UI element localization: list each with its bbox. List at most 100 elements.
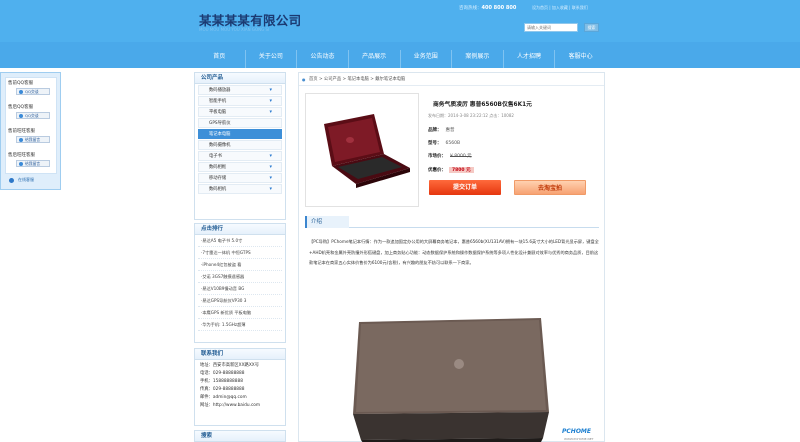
category-item[interactable]: 移动存储 ▾: [198, 173, 282, 183]
contact-line: 地址：西安市高新区XX路XX号: [200, 363, 260, 368]
ranking-list: ·昂达A5 电子书 5.0寸 ·7寸雷达一体机 中恒GTPS ·iPhone4红包被…: [195, 236, 285, 331]
category-label: GPS导航仪: [209, 121, 231, 126]
category-item[interactable]: 智能手机 ▾: [198, 96, 282, 106]
service-chat-button[interactable]: 给我留言: [16, 136, 50, 143]
ranking-item[interactable]: ·华为手机: 1.5GHz超薄: [198, 320, 282, 331]
category-item[interactable]: GPS导航仪: [198, 118, 282, 128]
product-category-list: 数码播放器 ▾ 智能手机 ▾ 平板电脑 ▾ GPS导航仪 笔记本电脑 数码摄像机 电子书 ▾ 数码相框…: [195, 85, 285, 194]
service-label: 售后旺旺客服: [8, 153, 35, 158]
chevron-down-icon: ▾: [269, 153, 272, 159]
model-field: 型号： 6560B: [428, 140, 460, 146]
nav-item[interactable]: 关于公司: [246, 42, 297, 68]
bottom-box-title: 搜索: [195, 431, 285, 442]
service-chat-button[interactable]: QQ交谈: [16, 88, 50, 95]
category-label: 电子书: [209, 154, 222, 159]
intro-tab-bar: 介绍: [305, 216, 599, 228]
online-service-footer[interactable]: 在线客服: [9, 177, 34, 183]
brand-label: 品牌：: [428, 128, 442, 133]
ranking-item[interactable]: ·昂达A5 电子书 5.0寸: [198, 236, 282, 247]
market-price-label: 市场价：: [428, 154, 446, 159]
ranking-item[interactable]: ·iPhone4红包被盗 看: [198, 260, 282, 271]
market-price-field: 市场价： ¥ 8000 元: [428, 153, 472, 159]
category-label: 数码相机: [209, 187, 227, 192]
nav-item[interactable]: 案例展示: [452, 42, 503, 68]
ranking-box: 点击排行 ·昂达A5 电子书 5.0寸 ·7寸雷达一体机 中恒GTPS ·iPhon…: [194, 223, 286, 343]
category-item[interactable]: 数码播放器 ▾: [198, 85, 282, 95]
submit-order-button[interactable]: 提交订单: [429, 180, 501, 195]
pchome-watermark-sub: WWW.PCHOME.NET: [564, 437, 594, 441]
company-logo-subtitle: MOU MOU MOU YOU XIAN GONG SI: [199, 27, 270, 32]
service-chat-button[interactable]: 给我留言: [16, 160, 50, 167]
contact-line: 手机：15888888888: [200, 379, 243, 384]
sale-price-label: 优惠价：: [428, 168, 446, 173]
laptop-red-image: [324, 114, 410, 188]
main-nav-items: 首页 关于公司 公告动态 产品展示 业务范围 案例展示 人才招聘 客服中心: [194, 42, 606, 68]
nav-item[interactable]: 首页: [194, 42, 245, 68]
service-label: 售前旺旺客服: [8, 129, 35, 134]
market-price-value: ¥ 8000 元: [450, 154, 472, 159]
ranking-item[interactable]: ·艾诺 3GS7触摸遥感器: [198, 272, 282, 283]
nav-item[interactable]: 业务范围: [401, 42, 452, 68]
service-label: 售后QQ客服: [8, 105, 34, 110]
category-label: 数码相框: [209, 165, 227, 170]
chevron-down-icon: ▾: [269, 98, 272, 104]
hotline: 咨询热线：400 800 800: [459, 5, 516, 11]
laptop-gray-image: [353, 318, 549, 442]
product-meta: 发布日期：2014-3-08 23:22:12 点击：10082: [428, 113, 514, 118]
chevron-down-icon: ▾: [269, 87, 272, 93]
sale-price-value: 7800 元: [449, 167, 474, 173]
model-label: 型号：: [428, 141, 442, 146]
sale-price-field: 优惠价： 7800 元: [428, 167, 474, 173]
category-label: 数码播放器: [209, 88, 231, 93]
search-button[interactable]: 搜索: [584, 23, 599, 32]
contact-list: 地址：西安市高新区XX路XX号 电话：029-88888888 手机：1588888…: [195, 360, 285, 410]
taobao-buy-button[interactable]: 去淘宝拍: [514, 180, 586, 195]
site-header: 某某某某有限公司 MOU MOU MOU YOU XIAN GONG SI 咨询…: [0, 0, 800, 42]
category-item[interactable]: 笔记本电脑: [198, 129, 282, 139]
product-detail: 首页 > 公司产品 > 笔记本电脑 > 戴尔笔记本电脑 商务气质凌厉 惠普656…: [298, 72, 605, 442]
main-nav: 首页 关于公司 公告动态 产品展示 业务范围 案例展示 人才招聘 客服中心: [0, 42, 800, 68]
breadcrumb[interactable]: 首页 > 公司产品 > 笔记本电脑 > 戴尔笔记本电脑: [299, 73, 604, 86]
product-category-box: 公司产品 数码播放器 ▾ 智能手机 ▾ 平板电脑 ▾ GPS导航仪 笔记本电脑数码摄像机电子书…: [194, 72, 286, 220]
contact-title: 联系我们: [195, 349, 285, 360]
service-label: 售前QQ客服: [8, 81, 34, 86]
ranking-item[interactable]: ·7寸雷达一体机 中恒GTPS: [198, 248, 282, 259]
service-chat-button[interactable]: QQ交谈: [16, 112, 50, 119]
contact-line: 网址：http://www.baidu.com: [200, 403, 261, 408]
brand-value: 惠普: [445, 128, 455, 133]
category-label: 数码摄像机: [209, 143, 231, 148]
contact-box: 联系我们 地址：西安市高新区XX路XX号 电话：029-88888888 手机：15…: [194, 348, 286, 426]
product-title: 商务气质凌厉 惠普6560B仅售6K1元: [433, 102, 532, 108]
category-item[interactable]: 平板电脑 ▾: [198, 107, 282, 117]
nav-item[interactable]: 人才招聘: [504, 42, 555, 68]
product-image[interactable]: [305, 93, 419, 207]
category-item[interactable]: 数码相框 ▾: [198, 162, 282, 172]
top-links[interactable]: 设为首页 | 加入收藏 | 联系我们: [532, 5, 588, 11]
pchome-watermark: PCHOME: [562, 428, 591, 435]
ranking-title: 点击排行: [195, 224, 285, 235]
search-input[interactable]: [524, 23, 578, 32]
nav-item[interactable]: 客服中心: [555, 42, 606, 68]
category-label: 移动存储: [209, 176, 227, 181]
intro-text: 【PC导购】PChome笔记本行情：作为一款追加固定办公用的大屏幕商务笔记本，惠…: [309, 239, 599, 265]
online-service-list: 售前QQ客服 QQ交谈 售后QQ客服 QQ交谈 售前旺旺客服 给我留言 售后旺旺客服 给我留言: [5, 77, 57, 174]
category-item[interactable]: 电子书 ▾: [198, 151, 282, 161]
chevron-down-icon: ▾: [269, 164, 272, 170]
model-value: 6560B: [445, 141, 461, 146]
product-category-title: 公司产品: [195, 73, 285, 84]
chevron-down-icon: ▾: [269, 109, 272, 115]
category-label: 笔记本电脑: [209, 132, 231, 137]
nav-item[interactable]: 公告动态: [297, 42, 348, 68]
tab-intro[interactable]: 介绍: [305, 216, 349, 228]
category-label: 智能手机: [209, 99, 227, 104]
ranking-item[interactable]: ·昂达V10B9慢动音 BG: [198, 284, 282, 295]
contact-line: 电话：029-88888888: [200, 371, 245, 376]
chevron-down-icon: ▾: [269, 175, 272, 181]
ranking-item[interactable]: ·本鹰GPS 新优质 平板电脑: [198, 308, 282, 319]
category-label: 平板电脑: [209, 110, 227, 115]
nav-item[interactable]: 产品展示: [349, 42, 400, 68]
category-item[interactable]: 数码相机 ▾: [198, 184, 282, 194]
ranking-item[interactable]: ·昂达GPS导航仪VP30 3: [198, 296, 282, 307]
contact-line: 邮件：admin@qq.com: [200, 395, 247, 400]
category-item[interactable]: 数码摄像机: [198, 140, 282, 150]
